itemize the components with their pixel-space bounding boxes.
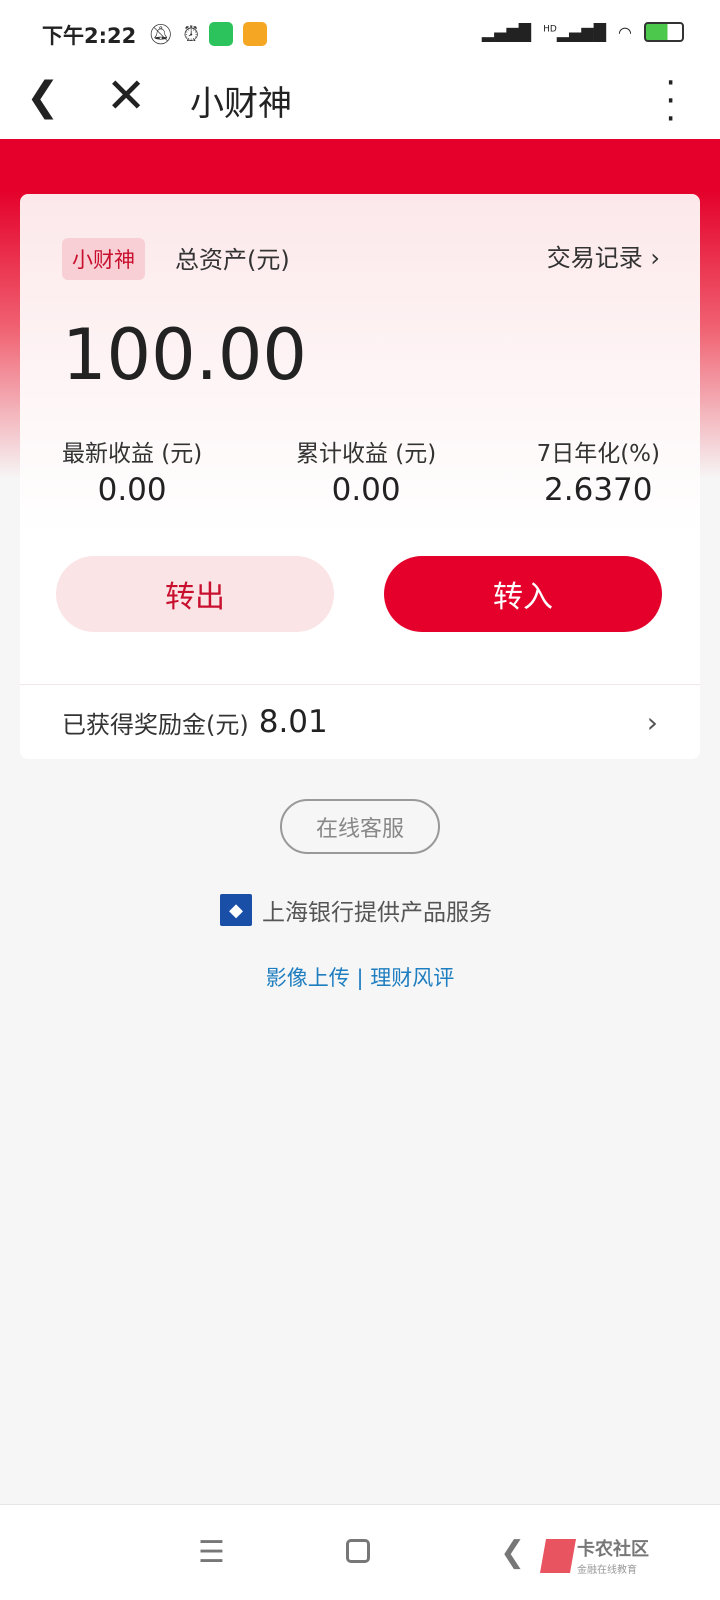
nav-bar: ❮ ✕ 小财神 · · · (0, 66, 720, 139)
total-amount: 100.00 (62, 314, 307, 396)
kanong-logo-icon (540, 1538, 576, 1573)
product-tag: 小财神 (62, 238, 145, 280)
image-upload-link[interactable]: 影像上传 (266, 966, 350, 990)
system-nav-bar: ☰ ❮ 卡农社区 金融在线教育 (0, 1504, 720, 1600)
status-time: 下午2:22 (42, 24, 137, 48)
status-bar: 下午2:22 🔕︎ ⏰︎ ▂▄▆█ HD▂▄▆█ ◠ (0, 0, 720, 66)
risk-assessment-link[interactable]: 理财风评 (370, 966, 454, 990)
back-nav-icon[interactable]: ❮ (500, 1535, 525, 1570)
wechat-icon (209, 22, 233, 46)
mute-bell-icon: 🔕︎ (148, 22, 174, 46)
transfer-out-button[interactable]: 转出 (56, 556, 334, 632)
home-icon[interactable] (346, 1539, 370, 1563)
provider-info: ◆ 上海银行提供产品服务 (220, 893, 492, 927)
watermark: 卡农社区 金融在线教育 (540, 1535, 649, 1576)
chevron-right-icon: › (650, 244, 660, 272)
seven-day-yield: 7日年化(%) 2.6370 (536, 441, 660, 508)
signal-icon: ▂▄▆█ (481, 22, 532, 42)
online-service-button[interactable]: 在线客服 (280, 799, 440, 854)
latest-earnings: 最新收益 (元) 0.00 (62, 441, 203, 508)
footer-links: 影像上传 | 理财风评 (0, 962, 720, 992)
page-title: 小财神 (190, 84, 292, 124)
transaction-records-link[interactable]: 交易记录 › (547, 238, 660, 273)
provider-text: 上海银行提供产品服务 (262, 900, 492, 926)
close-icon[interactable]: ✕ (106, 68, 146, 124)
back-icon[interactable]: ❮ (26, 74, 60, 120)
transfer-in-button[interactable]: 转入 (384, 556, 662, 632)
total-earnings: 累计收益 (元) 0.00 (296, 441, 437, 508)
more-icon[interactable]: · · · (665, 66, 676, 136)
battery-charging-icon (644, 22, 684, 42)
link-separator: | (356, 966, 364, 990)
chevron-right-icon: › (646, 705, 658, 739)
notes-app-icon (243, 22, 267, 46)
signal-hd-icon: HD▂▄▆█ (543, 22, 607, 42)
reward-row[interactable]: 已获得奖励金(元) 8.01 › (20, 684, 700, 759)
reward-value: 8.01 (258, 704, 328, 740)
wifi-icon: ◠ (618, 22, 632, 42)
alarm-icon: ⏰︎ (183, 22, 199, 46)
reward-label: 已获得奖励金(元) (62, 710, 249, 739)
bank-of-shanghai-logo-icon: ◆ (220, 894, 252, 926)
menu-icon[interactable]: ☰ (198, 1535, 225, 1570)
asset-card: 小财神 总资产(元) 交易记录 › 100.00 最新收益 (元) 0.00 累计… (20, 194, 700, 759)
total-assets-label: 总资产(元) (175, 246, 290, 274)
